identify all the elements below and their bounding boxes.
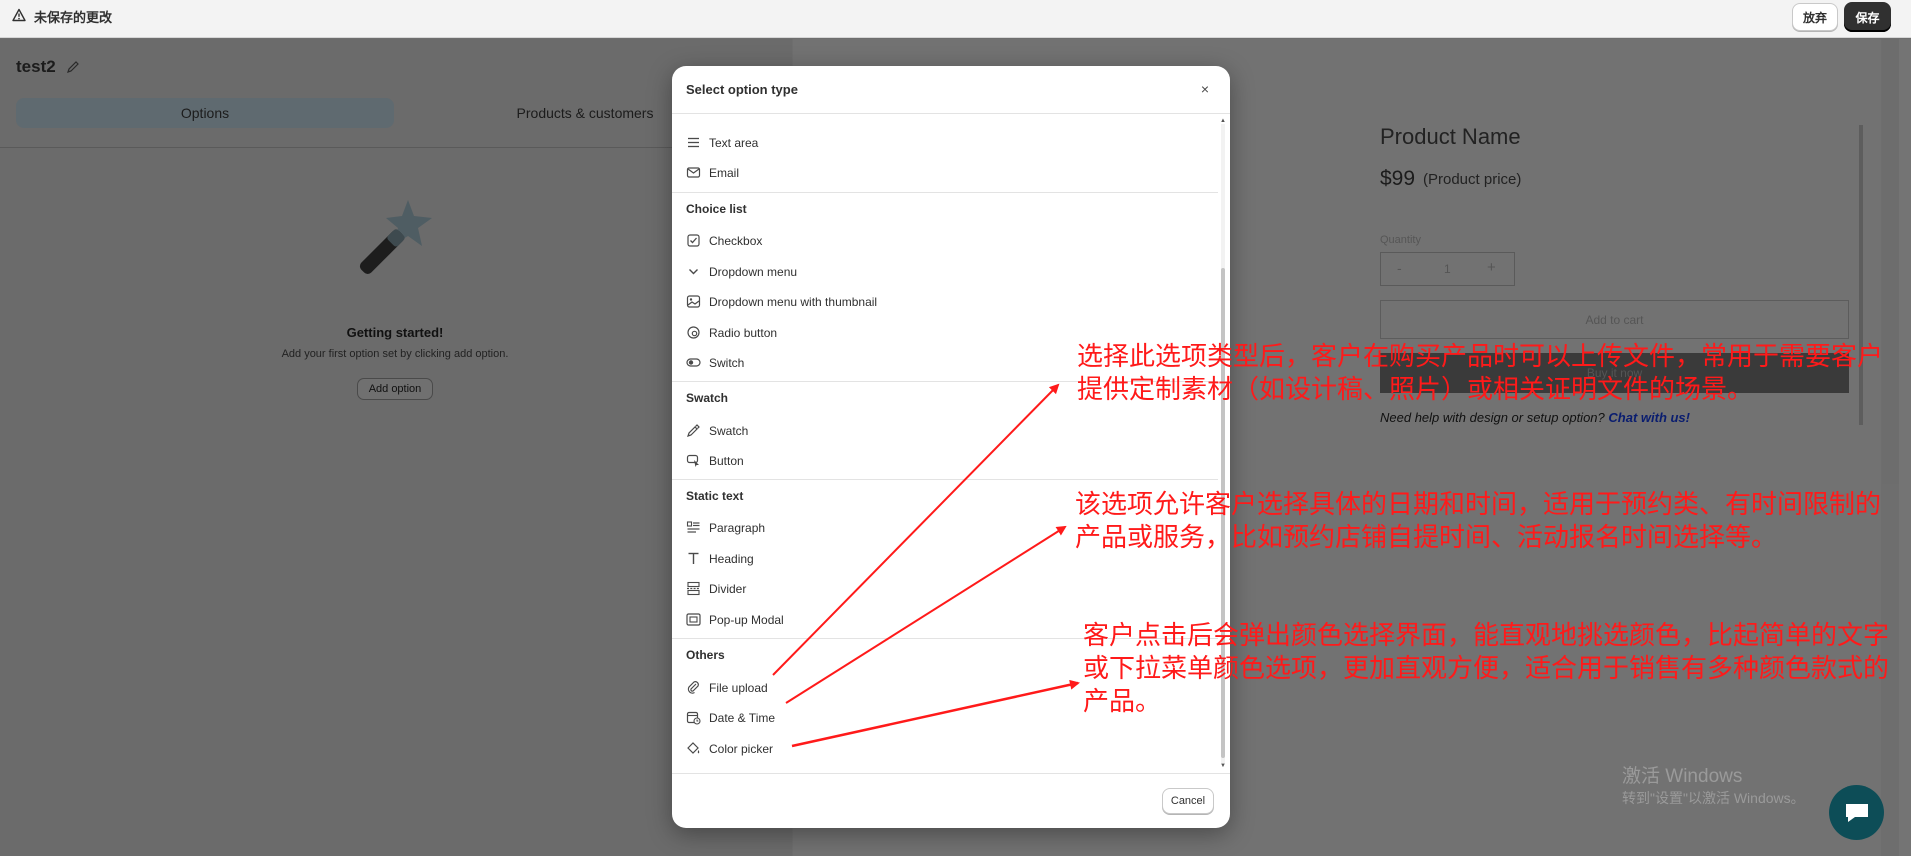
group-title-swatch: Swatch bbox=[686, 391, 729, 405]
option-label: File upload bbox=[709, 681, 768, 695]
option-swatch[interactable]: Swatch bbox=[672, 418, 1218, 444]
empty-state-subtitle: Add your first option set by clicking ad… bbox=[281, 348, 509, 360]
section-divider bbox=[672, 192, 1218, 193]
group-title-others: Others bbox=[686, 648, 725, 662]
calendar-icon bbox=[686, 711, 701, 725]
product-price-note: (Product price) bbox=[1423, 171, 1522, 188]
option-label: Divider bbox=[709, 582, 747, 596]
empty-state-title: Getting started! bbox=[346, 325, 444, 340]
scroll-down-icon[interactable]: ▼ bbox=[1220, 763, 1226, 769]
quantity-value[interactable]: 1 bbox=[1444, 262, 1451, 276]
option-button[interactable]: Button bbox=[672, 448, 1218, 474]
option-label: Color picker bbox=[709, 742, 774, 756]
paperclip-icon bbox=[687, 681, 699, 694]
checkbox-icon bbox=[687, 234, 700, 247]
discard-button[interactable]: 放弃 bbox=[1792, 3, 1838, 31]
eyedropper-icon bbox=[687, 424, 700, 437]
toggle-icon bbox=[686, 358, 701, 367]
option-label: Dropdown menu with thumbnail bbox=[709, 295, 878, 309]
heading-icon bbox=[688, 552, 699, 564]
annotation-date-time: 该选项允许客户选择具体的日期和时间，适用于预约类、有时间限制的产品或服务，比如预… bbox=[1075, 490, 1882, 553]
paint-bucket-icon bbox=[687, 742, 700, 754]
help-text: Need help with design or setup option? C… bbox=[1380, 410, 1690, 425]
add-option-button[interactable]: Add option bbox=[357, 378, 433, 400]
quantity-decrement-button[interactable]: - bbox=[1397, 260, 1402, 276]
annotation-color-picker: 客户点击后会弹出颜色选择界面，能直观地挑选颜色，比起简单的文字或下拉菜单颜色选项… bbox=[1083, 621, 1890, 717]
chat-button[interactable] bbox=[1829, 785, 1884, 840]
add-to-cart-button[interactable]: Add to cart bbox=[1380, 300, 1849, 339]
windows-activation-title: 激活 Windows bbox=[1622, 766, 1743, 787]
option-label: Date & Time bbox=[709, 711, 776, 725]
option-label: Pop-up Modal bbox=[709, 613, 784, 627]
option-label: Checkbox bbox=[709, 234, 763, 248]
scroll-up-icon[interactable]: ▲ bbox=[1220, 118, 1226, 124]
modal-footer: Cancel bbox=[672, 773, 1230, 828]
option-label: Paragraph bbox=[709, 521, 766, 535]
option-dropdown-thumbnail[interactable]: Dropdown menu with thumbnail bbox=[672, 289, 1218, 315]
option-label: Button bbox=[709, 454, 744, 468]
divider-icon bbox=[687, 581, 700, 596]
annotation-file-upload: 选择此选项类型后，客户在购买产品时可以上传文件，常用于需要客户提供定制素材（如设… bbox=[1077, 342, 1884, 405]
product-price: $99 bbox=[1380, 167, 1416, 190]
option-label: Radio button bbox=[709, 326, 778, 340]
quantity-label: Quantity bbox=[1380, 234, 1421, 246]
option-label: Dropdown menu bbox=[709, 265, 798, 279]
text-area-icon bbox=[688, 137, 699, 148]
group-title-static-text: Static text bbox=[686, 489, 744, 503]
email-icon bbox=[686, 167, 701, 178]
unsaved-changes-bar: 未保存的更改 放弃 保存 bbox=[0, 0, 1911, 38]
cursor-icon bbox=[686, 454, 699, 467]
save-button[interactable]: 保存 bbox=[1844, 2, 1891, 32]
popup-icon bbox=[686, 613, 701, 626]
product-name: Product Name bbox=[1380, 124, 1521, 149]
close-icon[interactable]: × bbox=[1196, 80, 1214, 98]
magic-wand-icon bbox=[359, 200, 432, 275]
chat-icon bbox=[1845, 803, 1868, 822]
modal-header: Select option type × bbox=[672, 66, 1230, 114]
option-checkbox[interactable]: Checkbox bbox=[672, 228, 1218, 254]
option-label: Switch bbox=[709, 356, 745, 370]
page-scrollbar[interactable] bbox=[1899, 39, 1911, 856]
unsaved-changes-label: 未保存的更改 bbox=[34, 10, 113, 25]
help-question: Need help with design or setup option? bbox=[1380, 410, 1605, 425]
page-title: test2 bbox=[16, 57, 56, 76]
image-icon bbox=[686, 295, 701, 308]
option-label: Swatch bbox=[709, 424, 749, 438]
option-label: Heading bbox=[709, 552, 754, 566]
option-label: Email bbox=[709, 166, 740, 180]
option-email[interactable]: Email bbox=[672, 160, 1218, 186]
quantity-increment-button[interactable]: + bbox=[1487, 259, 1496, 276]
paragraph-icon bbox=[686, 521, 700, 533]
option-text-area[interactable]: Text area bbox=[672, 130, 1218, 156]
modal-title: Select option type bbox=[686, 82, 798, 97]
option-color-picker[interactable]: Color picker bbox=[672, 736, 1218, 762]
chat-link[interactable]: Chat with us! bbox=[1608, 410, 1690, 425]
option-label: Text area bbox=[709, 136, 759, 150]
option-dropdown-menu[interactable]: Dropdown menu bbox=[672, 259, 1218, 285]
chevron-down-icon bbox=[689, 269, 698, 275]
edit-pencil-icon[interactable] bbox=[66, 60, 80, 74]
warning-icon bbox=[12, 8, 26, 22]
tab-options[interactable]: Options bbox=[16, 98, 394, 128]
radio-icon bbox=[687, 326, 700, 339]
cancel-button[interactable]: Cancel bbox=[1162, 788, 1214, 814]
section-divider bbox=[672, 479, 1218, 480]
windows-activation-subtitle: 转到"设置"以激活 Windows。 bbox=[1622, 790, 1805, 806]
group-title-choice-list: Choice list bbox=[686, 202, 747, 216]
option-divider[interactable]: Divider bbox=[672, 576, 1218, 602]
